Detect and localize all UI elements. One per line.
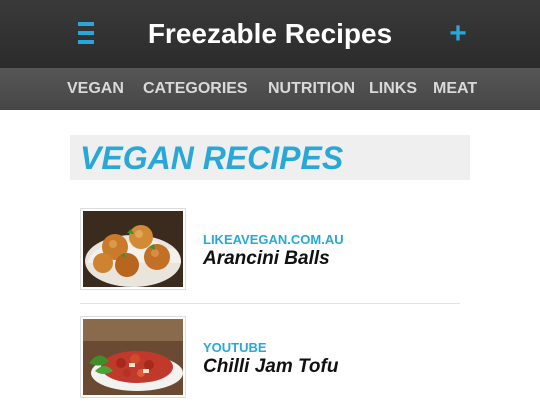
plus-icon: + [449,17,467,50]
section-title: VEGAN RECIPES [80,140,344,176]
nav-item-nutrition[interactable]: NUTRITION [268,68,355,110]
recipe-source: LIKEAVEGAN.COM.AU [203,232,344,247]
section-header: VEGAN RECIPES [70,135,470,180]
add-recipe-button[interactable]: + [446,14,470,54]
recipe-source: YOUTUBE [203,340,267,355]
recipe-name: Arancini Balls [203,248,330,269]
recipe-list-item[interactable]: LIKEAVEGAN.COM.AU Arancini Balls [80,208,460,292]
top-app-bar: Freezable Recipes + [0,0,540,68]
arancini-balls-illustration [83,211,183,287]
nav-item-categories[interactable]: CATEGORIES [143,68,248,110]
arancini-balls-photo [80,208,186,290]
chilli-jam-tofu-photo [80,316,186,398]
list-divider [80,303,460,304]
category-nav-bar: VEGAN CATEGORIES NUTRITION LINKS MEAT [0,68,540,110]
recipe-name: Chilli Jam Tofu [203,356,339,377]
nav-item-links[interactable]: LINKS [369,68,417,110]
nav-item-vegan[interactable]: VEGAN [67,68,124,110]
nav-item-meat[interactable]: MEAT [433,68,477,110]
chilli-jam-tofu-illustration [83,319,183,395]
recipe-list-item[interactable]: YOUTUBE Chilli Jam Tofu [80,316,460,400]
